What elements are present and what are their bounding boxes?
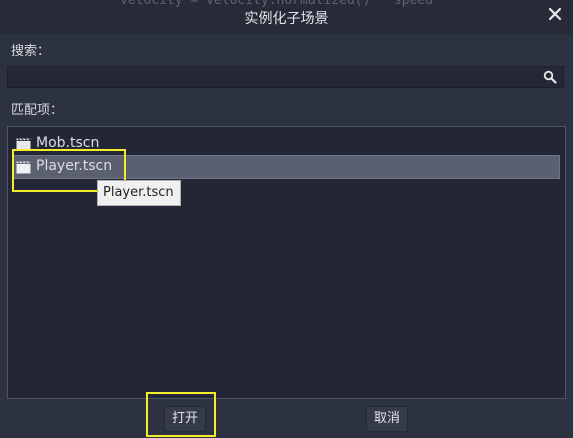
search-field[interactable] bbox=[7, 66, 564, 88]
close-icon[interactable] bbox=[547, 6, 563, 22]
list-item-label: Player.tscn bbox=[36, 158, 113, 174]
list-item-player[interactable]: Player.tscn bbox=[12, 155, 560, 179]
search-label: 搜索： bbox=[11, 44, 51, 59]
search-icon bbox=[543, 70, 557, 84]
scene-clapper-icon bbox=[16, 161, 31, 174]
matches-label: 匹配项： bbox=[11, 103, 64, 118]
open-button[interactable]: 打开 bbox=[164, 406, 206, 432]
instance-child-scene-dialog: velocity = velocity.normalized() * speed… bbox=[0, 0, 573, 438]
scene-clapper-icon bbox=[16, 138, 31, 151]
cancel-button[interactable]: 取消 bbox=[366, 406, 408, 432]
list-item-mob[interactable]: Mob.tscn bbox=[12, 132, 560, 156]
dialog-titlebar: velocity = velocity.normalized() * speed… bbox=[0, 0, 573, 34]
search-input[interactable] bbox=[12, 69, 536, 87]
tooltip: Player.tscn bbox=[97, 180, 181, 206]
background-code-line: velocity = velocity.normalized() * speed bbox=[120, 0, 434, 8]
dialog-title: 实例化子场景 bbox=[244, 11, 329, 27]
list-item-label: Mob.tscn bbox=[36, 135, 100, 151]
matches-list[interactable]: Mob.tscn Player.tscn bbox=[7, 126, 566, 399]
